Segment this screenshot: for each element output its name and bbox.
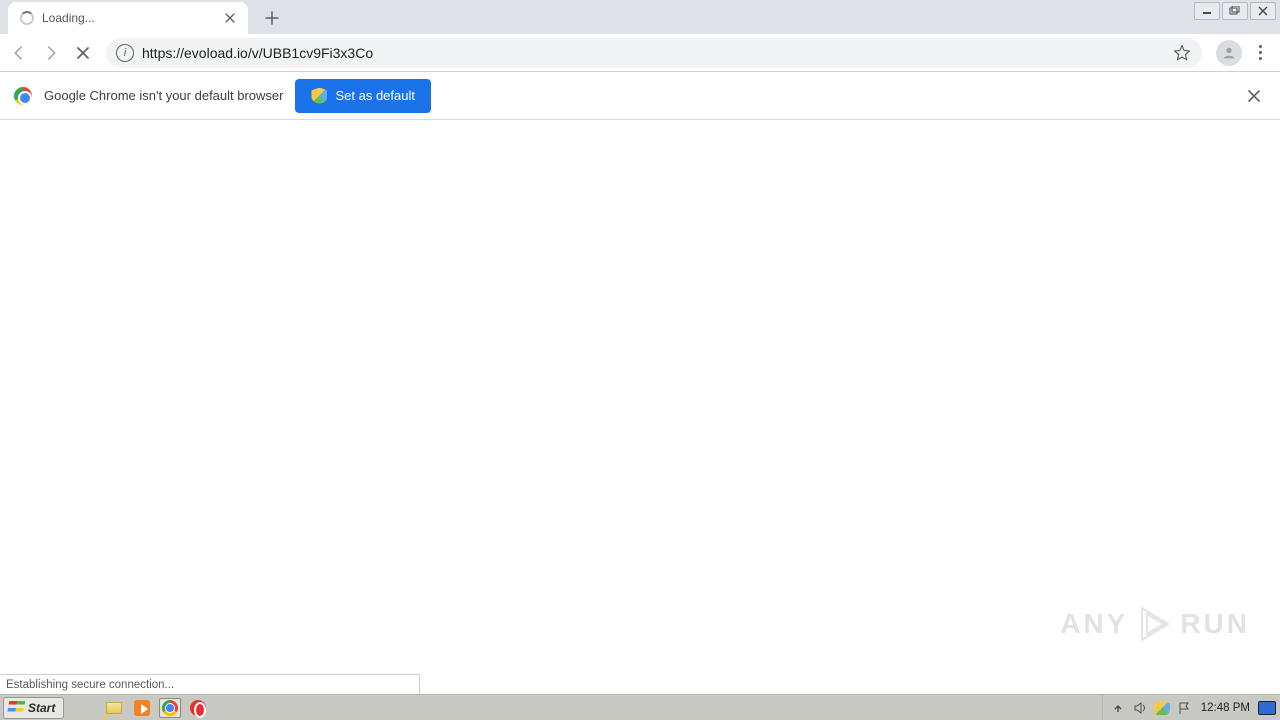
info-icon: i: [124, 47, 126, 59]
chevron-up-icon: [1113, 703, 1123, 713]
tray-volume-icon[interactable]: [1131, 699, 1149, 717]
chrome-menu-button[interactable]: [1246, 38, 1274, 68]
set-default-button[interactable]: Set as default: [295, 79, 431, 113]
system-tray: 12:48 PM: [1102, 695, 1280, 720]
loading-spinner-icon: [20, 11, 34, 25]
kebab-icon: [1259, 45, 1262, 48]
minimize-button[interactable]: [1194, 2, 1220, 20]
set-default-label: Set as default: [335, 88, 415, 103]
close-icon: [1258, 6, 1268, 16]
watermark-left: ANY: [1060, 608, 1128, 640]
minimize-icon: [1202, 7, 1212, 15]
taskbar-ie-icon[interactable]: [75, 698, 97, 718]
default-browser-infobar: Google Chrome isn't your default browser…: [0, 72, 1280, 120]
close-icon: [76, 46, 90, 60]
anyrun-watermark: ANY RUN: [1060, 604, 1250, 644]
tab-strip: Loading...: [0, 0, 1280, 34]
infobar-message: Google Chrome isn't your default browser: [44, 88, 283, 103]
quicklaunch: [75, 698, 209, 718]
maximize-icon: [1229, 6, 1241, 16]
shield-icon: [311, 88, 327, 104]
taskbar-media-icon[interactable]: [131, 698, 153, 718]
media-player-icon: [134, 700, 150, 716]
browser-tab[interactable]: Loading...: [8, 2, 248, 34]
tab-close-button[interactable]: [222, 10, 238, 26]
tray-security-icon[interactable]: [1153, 699, 1171, 717]
speaker-icon: [1133, 701, 1147, 715]
site-info-button[interactable]: i: [116, 44, 134, 62]
person-icon: [1221, 45, 1237, 61]
opera-icon: [190, 700, 206, 716]
bookmark-button[interactable]: [1172, 43, 1192, 63]
close-icon: [225, 13, 235, 23]
close-window-button[interactable]: [1250, 2, 1276, 20]
window-controls: [1194, 2, 1276, 20]
arrow-right-icon: [42, 44, 60, 62]
monitor-icon: [1258, 701, 1276, 715]
stop-button[interactable]: [68, 38, 98, 68]
browser-window: Loading...: [0, 0, 1280, 720]
start-label: Start: [28, 701, 55, 715]
arrow-left-icon: [10, 44, 28, 62]
folder-icon: [106, 702, 122, 714]
back-button[interactable]: [4, 38, 34, 68]
taskbar-opera-icon[interactable]: [187, 698, 209, 718]
watermark-right: RUN: [1180, 608, 1250, 640]
tray-expand-button[interactable]: [1109, 699, 1127, 717]
browser-toolbar: i: [0, 34, 1280, 72]
star-icon: [1173, 44, 1191, 62]
tray-clock[interactable]: 12:48 PM: [1197, 702, 1254, 714]
chrome-icon: [162, 700, 178, 716]
taskbar-chrome-button[interactable]: [159, 698, 181, 718]
flag-icon: [1177, 701, 1191, 715]
infobar-close-button[interactable]: [1242, 84, 1266, 108]
maximize-button[interactable]: [1222, 2, 1248, 20]
chrome-logo-icon: [14, 87, 32, 105]
windows-taskbar: Start 12:48 PM: [0, 694, 1280, 720]
toolbar-right: [1216, 38, 1274, 68]
shield-icon: [1154, 701, 1170, 715]
play-outline-icon: [1134, 604, 1174, 644]
tray-show-desktop[interactable]: [1258, 699, 1276, 717]
plus-icon: [265, 11, 279, 25]
profile-button[interactable]: [1216, 40, 1242, 66]
status-text: Establishing secure connection...: [6, 679, 174, 691]
start-button[interactable]: Start: [3, 697, 64, 719]
forward-button[interactable]: [36, 38, 66, 68]
close-icon: [1248, 90, 1260, 102]
new-tab-button[interactable]: [258, 4, 286, 32]
tray-flag-icon[interactable]: [1175, 699, 1193, 717]
page-content: ANY RUN: [0, 120, 1280, 694]
address-bar[interactable]: i: [106, 38, 1202, 68]
url-input[interactable]: [142, 45, 1164, 61]
tab-title: Loading...: [42, 11, 214, 25]
status-bar: Establishing secure connection...: [0, 674, 420, 694]
windows-logo-icon: [7, 701, 25, 715]
